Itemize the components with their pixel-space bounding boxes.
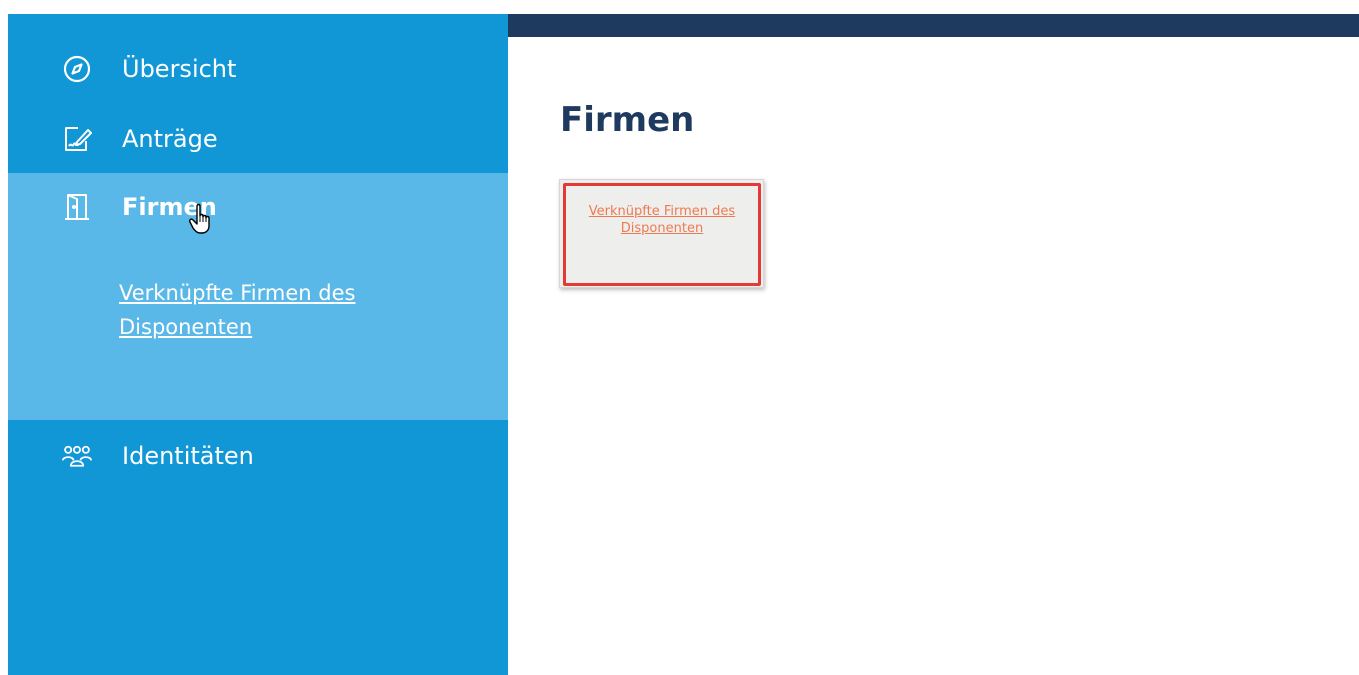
sidebar-item-label: Identitäten bbox=[122, 442, 254, 470]
people-group-icon bbox=[60, 439, 94, 473]
sidebar-sub-link-verknuepfte-firmen[interactable]: Verknüpfte Firmen des Disponenten bbox=[119, 276, 419, 344]
page-title: Firmen bbox=[560, 100, 695, 140]
sidebar-item-identitaeten[interactable]: Identitäten bbox=[60, 439, 254, 473]
hand-pointer-cursor-icon bbox=[189, 203, 210, 234]
sidebar-item-antraege[interactable]: Anträge bbox=[60, 122, 218, 156]
sidebar: Übersicht Anträge Firmen Verknüpfte Firm… bbox=[8, 14, 508, 675]
sidebar-item-uebersicht[interactable]: Übersicht bbox=[60, 52, 236, 86]
sidebar-item-label: Anträge bbox=[122, 125, 218, 153]
tile-link-verknuepfte-firmen[interactable]: Verknüpfte Firmen des Disponenten bbox=[575, 203, 749, 237]
document-pen-icon bbox=[60, 122, 94, 156]
sidebar-item-label: Übersicht bbox=[122, 55, 237, 83]
compass-icon bbox=[60, 52, 94, 86]
header-bar bbox=[506, 14, 1359, 37]
door-icon bbox=[60, 190, 94, 224]
top-bar-spacer bbox=[0, 0, 1359, 14]
